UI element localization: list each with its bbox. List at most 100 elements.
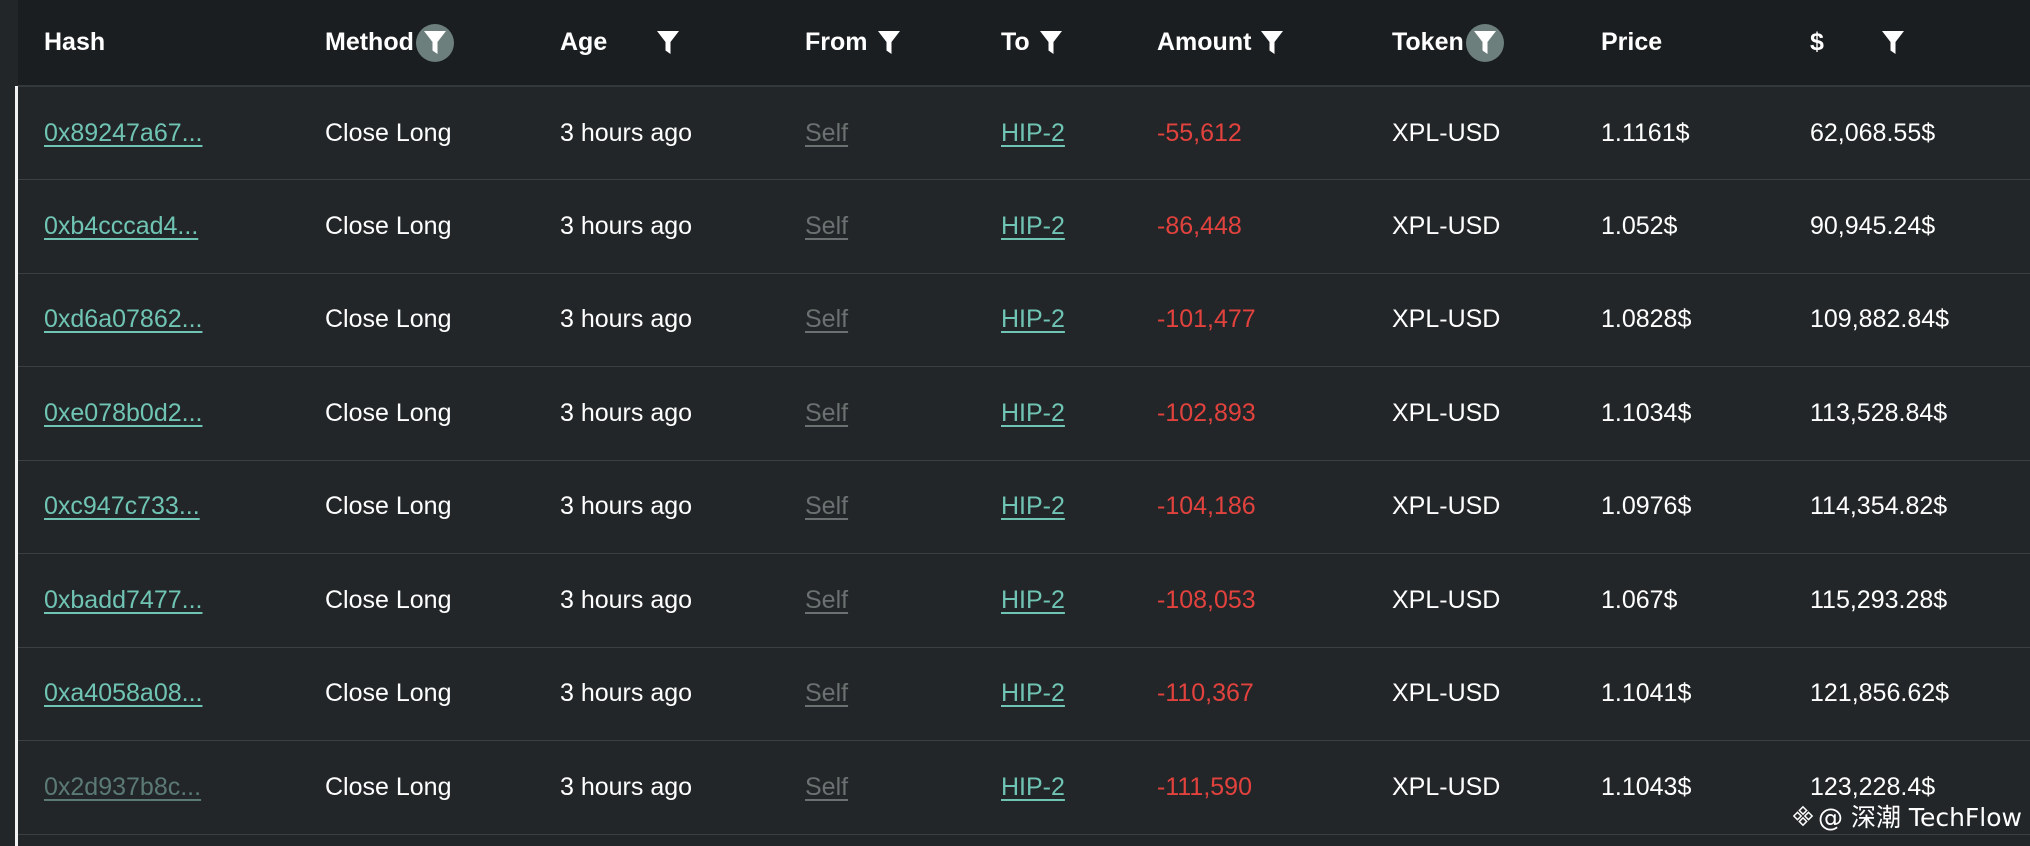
column-label-hash: Hash (44, 28, 106, 56)
binance-logo-icon (1792, 805, 1814, 827)
column-label-to: To (1001, 28, 1030, 56)
column-label-amount: Amount (1157, 28, 1252, 56)
token-cell: XPL-USD (1392, 772, 1501, 801)
method-cell: Close Long (325, 118, 452, 147)
column-header-hash: Hash (18, 0, 299, 87)
price-cell: 1.052$ (1601, 211, 1678, 240)
to-cell: HIP-2 (975, 86, 1131, 180)
to-link[interactable]: HIP-2 (1001, 586, 1065, 614)
method-cell: Close Long (325, 305, 452, 334)
amount-cell: -101,477 (1157, 305, 1256, 334)
hash-cell: 0xd6a07862... (18, 273, 299, 367)
token-cell: XPL-USD (1392, 118, 1501, 147)
column-label-from: From (805, 28, 868, 56)
usd-filter-icon[interactable] (1876, 26, 1910, 60)
hash-cell: 0xe078b0d2... (18, 367, 299, 461)
column-header-amount: Amount (1131, 0, 1366, 87)
method-cell: Close Long (325, 772, 452, 801)
from-cell: Self (779, 273, 975, 367)
method-cell: Close Long (325, 679, 452, 708)
to-cell: HIP-2 (975, 554, 1131, 648)
age-cell: 3 hours ago (560, 679, 693, 708)
column-header-method: Method (299, 0, 534, 87)
amount-cell: -102,893 (1157, 398, 1256, 427)
column-header-price: Price (1575, 0, 1784, 87)
from-link[interactable]: Self (805, 586, 848, 614)
to-cell: HIP-2 (975, 273, 1131, 367)
to-link[interactable]: HIP-2 (1001, 679, 1065, 707)
token-cell: XPL-USD (1392, 679, 1501, 708)
column-label-method: Method (325, 28, 414, 56)
to-cell: HIP-2 (975, 647, 1131, 741)
hash-link[interactable]: 0xc947c733... (44, 492, 200, 520)
from-link[interactable]: Self (805, 679, 848, 707)
amount-cell: -55,612 (1157, 118, 1242, 147)
from-cell: Self (779, 460, 975, 554)
from-link[interactable]: Self (805, 212, 848, 240)
table-header: Hash Method Age From To Amount Token Pri… (18, 0, 2030, 87)
transactions-table: Hash Method Age From To Amount Token Pri… (18, 0, 2030, 835)
price-cell: 1.067$ (1601, 585, 1678, 614)
to-link[interactable]: HIP-2 (1001, 399, 1065, 427)
hash-link[interactable]: 0xb4cccad4... (44, 212, 198, 240)
from-link[interactable]: Self (805, 492, 848, 520)
from-link[interactable]: Self (805, 119, 848, 147)
usd-value-cell: 109,882.84$ (1810, 305, 1950, 334)
hash-link[interactable]: 0xe078b0d2... (44, 399, 202, 427)
hash-link[interactable]: 0xa4058a08... (44, 679, 202, 707)
usd-value-cell: 62,068.55$ (1810, 118, 1936, 147)
to-cell: HIP-2 (975, 367, 1131, 461)
table-row: 0xd6a07862... Close Long 3 hours ago Sel… (18, 273, 2030, 367)
price-cell: 1.1034$ (1601, 398, 1692, 427)
from-link[interactable]: Self (805, 399, 848, 427)
from-link[interactable]: Self (805, 773, 848, 801)
token-filter-icon[interactable] (1465, 23, 1504, 62)
method-cell: Close Long (325, 398, 452, 427)
amount-filter-icon[interactable] (1255, 26, 1289, 60)
method-cell: Close Long (325, 585, 452, 614)
table-row: 0xb4cccad4... Close Long 3 hours ago Sel… (18, 180, 2030, 274)
hash-link[interactable]: 0xbadd7477... (44, 586, 202, 614)
age-cell: 3 hours ago (560, 398, 693, 427)
column-label-age: Age (560, 28, 608, 56)
hash-link[interactable]: 0x89247a67... (44, 119, 202, 147)
from-cell: Self (779, 741, 975, 835)
age-filter-icon[interactable] (651, 26, 685, 60)
method-cell: Close Long (325, 211, 452, 240)
to-link[interactable]: HIP-2 (1001, 119, 1065, 147)
amount-cell: -110,367 (1157, 679, 1254, 708)
token-cell: XPL-USD (1392, 305, 1501, 334)
column-header-token: Token (1366, 0, 1575, 87)
table-row: 0x2d937b8c... Close Long 3 hours ago Sel… (18, 741, 2030, 835)
column-header-from: From (779, 0, 975, 87)
hash-cell: 0x89247a67... (18, 86, 299, 180)
to-link[interactable]: HIP-2 (1001, 305, 1065, 333)
hash-cell: 0x2d937b8c... (18, 741, 299, 835)
hash-link[interactable]: 0x2d937b8c... (44, 773, 201, 801)
to-cell: HIP-2 (975, 180, 1131, 274)
hash-cell: 0xbadd7477... (18, 554, 299, 648)
column-header-usd: $ (1784, 0, 2030, 87)
from-cell: Self (779, 647, 975, 741)
to-link[interactable]: HIP-2 (1001, 773, 1065, 801)
usd-value-cell: 115,293.28$ (1810, 585, 1948, 614)
table-row: 0xbadd7477... Close Long 3 hours ago Sel… (18, 554, 2030, 648)
usd-value-cell: 121,856.62$ (1810, 679, 1950, 708)
watermark: @ 深潮 TechFlow (1792, 798, 2022, 834)
method-filter-icon[interactable] (415, 23, 454, 62)
amount-cell: -111,590 (1157, 772, 1252, 801)
age-cell: 3 hours ago (560, 492, 693, 521)
to-link[interactable]: HIP-2 (1001, 492, 1065, 520)
column-label-token: Token (1392, 28, 1464, 56)
from-cell: Self (779, 367, 975, 461)
price-cell: 1.1161$ (1601, 118, 1690, 147)
to-filter-icon[interactable] (1034, 26, 1068, 60)
table-row: 0xc947c733... Close Long 3 hours ago Sel… (18, 460, 2030, 554)
from-filter-icon[interactable] (872, 26, 906, 60)
column-header-age: Age (534, 0, 779, 87)
to-link[interactable]: HIP-2 (1001, 212, 1065, 240)
age-cell: 3 hours ago (560, 585, 693, 614)
price-cell: 1.1041$ (1601, 679, 1692, 708)
from-link[interactable]: Self (805, 305, 848, 333)
hash-link[interactable]: 0xd6a07862... (44, 305, 202, 333)
